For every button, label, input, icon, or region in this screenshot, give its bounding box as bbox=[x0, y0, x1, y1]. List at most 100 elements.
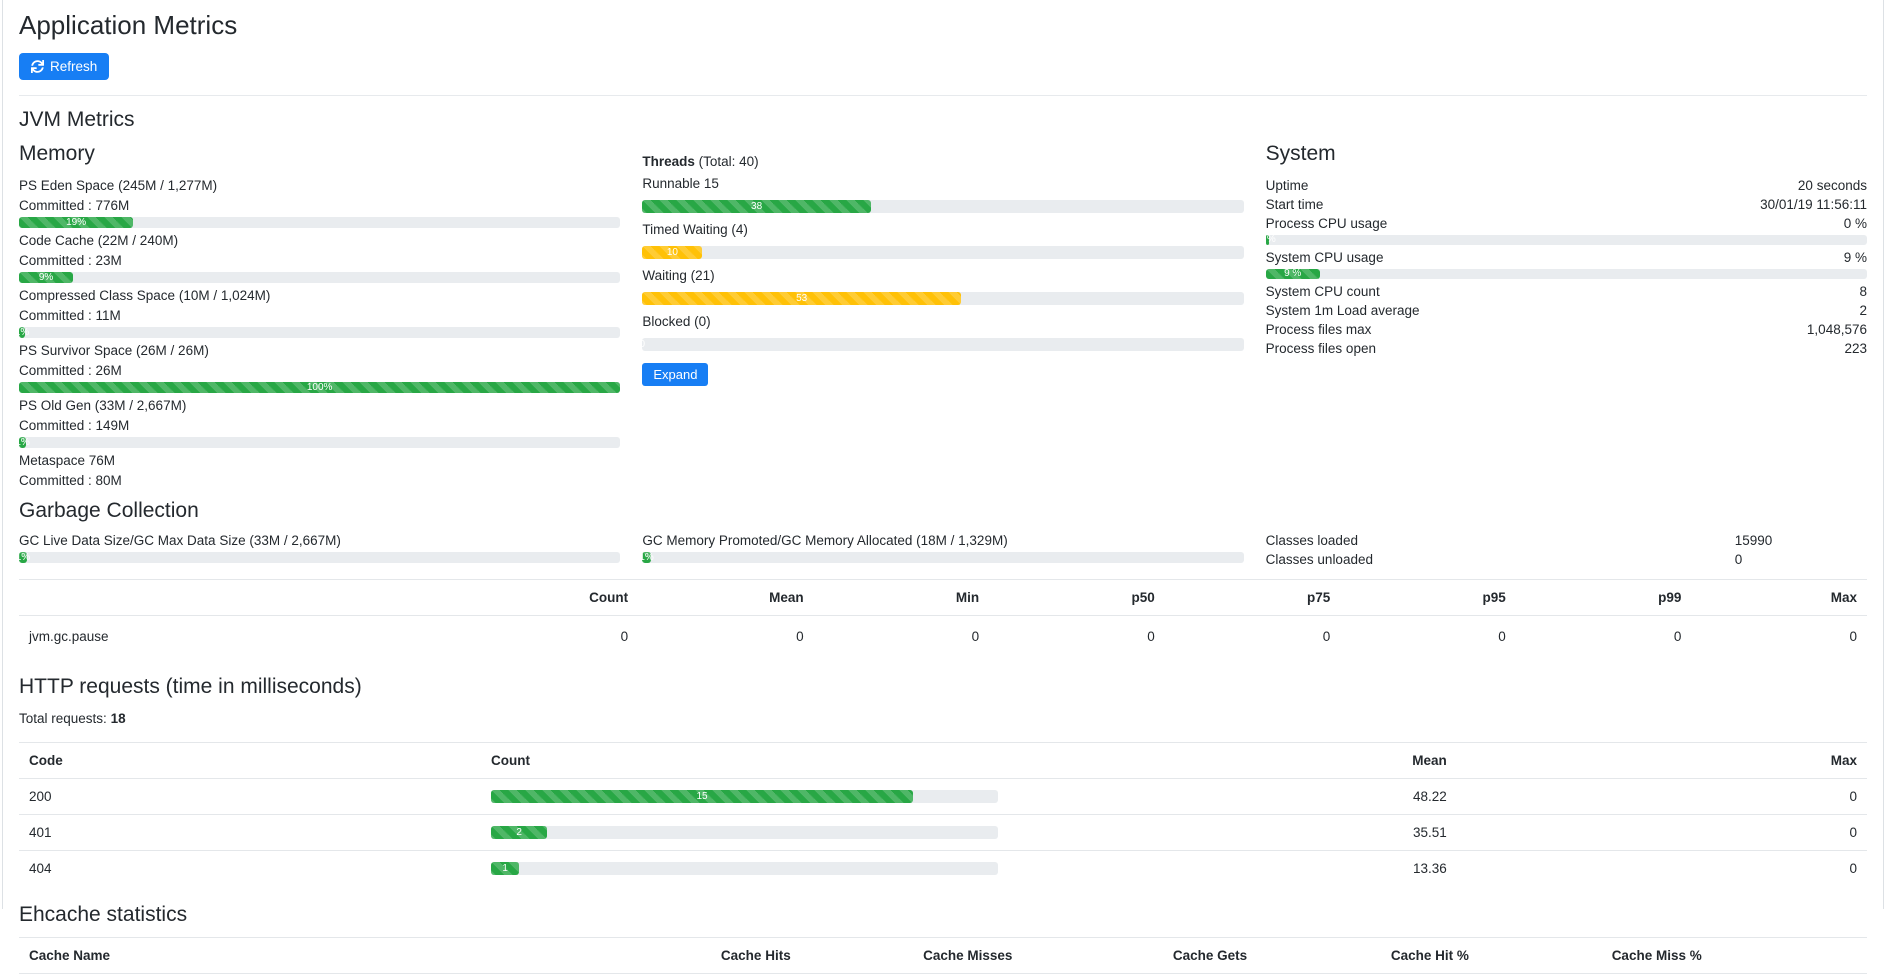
progress-bar-label: 10 bbox=[667, 248, 678, 258]
ehcache-col-misses: Cache Misses bbox=[801, 938, 1023, 974]
progress-bar: 100% bbox=[19, 382, 620, 393]
gc-bar-label: GC Memory Promoted/GC Memory Allocated (… bbox=[642, 531, 1243, 550]
thread-entry: Runnable 15 38 bbox=[642, 174, 1243, 213]
progress-bar-label: 38 bbox=[751, 202, 762, 212]
progress-bar: 9 % bbox=[1266, 269, 1320, 279]
gc-metric-p99: 0 bbox=[1516, 616, 1692, 658]
memory-entry: PS Old Gen (33M / 2,667M) Committed : 14… bbox=[19, 396, 620, 448]
gc-live-data-column: GC Live Data Size/GC Max Data Size (33M … bbox=[19, 531, 620, 569]
refresh-icon bbox=[31, 60, 44, 73]
table-row: 404 1 13.36 0 bbox=[19, 851, 1867, 887]
refresh-button[interactable]: Refresh bbox=[19, 53, 109, 80]
gc-col-blank bbox=[19, 580, 463, 616]
http-col-count: Count bbox=[481, 743, 1008, 779]
progress-bar-label: 9 % bbox=[1284, 269, 1301, 279]
progress-bar: 1% bbox=[642, 552, 650, 563]
system-row-value: 8 bbox=[1859, 282, 1867, 301]
memory-pool-label: PS Eden Space (245M / 1,277M) bbox=[19, 176, 620, 195]
system-column: System Uptime 20 seconds Start time 30/0… bbox=[1266, 140, 1867, 491]
progress-bar: 10 bbox=[642, 246, 702, 259]
http-count-cell: 15 bbox=[481, 779, 1008, 815]
progress-bar: 1% bbox=[19, 552, 27, 563]
memory-committed-label: Committed : 776M bbox=[19, 196, 620, 215]
memory-committed-label: Committed : 23M bbox=[19, 251, 620, 270]
ehcache-col-gets: Cache Gets bbox=[1022, 938, 1257, 974]
system-row-label: System CPU usage bbox=[1266, 248, 1384, 267]
ehcache-col-spacer bbox=[1712, 938, 1867, 974]
system-row-value: 9 % bbox=[1844, 248, 1867, 267]
system-row: Start time 30/01/19 11:56:11 bbox=[1266, 195, 1867, 214]
gc-col-mean: Mean bbox=[638, 580, 814, 616]
http-col-mean: Mean bbox=[1008, 743, 1457, 779]
progress-bar-label: 0 bbox=[640, 340, 646, 350]
memory-committed-label: Committed : 26M bbox=[19, 361, 620, 380]
progress-bar-label: 1 bbox=[502, 864, 508, 874]
classes-value: 0 bbox=[1735, 550, 1743, 569]
classes-label: Classes unloaded bbox=[1266, 550, 1735, 569]
http-table-header-row: Code Count Mean Max bbox=[19, 743, 1867, 779]
memory-title: Memory bbox=[19, 142, 620, 166]
memory-pool-label: PS Survivor Space (26M / 26M) bbox=[19, 341, 620, 360]
progress-bar-label: 1% bbox=[639, 553, 653, 563]
progress-bar-label: 53 bbox=[796, 294, 807, 304]
expand-button[interactable]: Expand bbox=[642, 363, 708, 386]
threads-total: (Total: 40) bbox=[699, 154, 759, 169]
progress-track: 1% bbox=[19, 437, 620, 448]
gc-col-count: Count bbox=[463, 580, 639, 616]
memory-pool-label: Code Cache (22M / 240M) bbox=[19, 231, 620, 250]
http-mean: 35.51 bbox=[1008, 815, 1457, 851]
progress-track: 53 bbox=[642, 292, 1243, 305]
classes-row: Classes unloaded 0 bbox=[1266, 550, 1867, 569]
progress-track: 10 bbox=[642, 246, 1243, 259]
system-row: Process files open 223 bbox=[1266, 339, 1867, 358]
progress-bar: 38 bbox=[642, 200, 871, 213]
system-row: Process files max 1,048,576 bbox=[1266, 320, 1867, 339]
system-title: System bbox=[1266, 142, 1867, 166]
memory-committed-label: Committed : 80M bbox=[19, 471, 620, 490]
http-requests-title: HTTP requests (time in milliseconds) bbox=[19, 675, 1867, 699]
memory-pool-label: PS Old Gen (33M / 2,667M) bbox=[19, 396, 620, 415]
total-requests-value: 18 bbox=[111, 711, 126, 726]
gc-metric-p75: 0 bbox=[1165, 616, 1341, 658]
gc-memory-promoted-column: GC Memory Promoted/GC Memory Allocated (… bbox=[642, 531, 1243, 569]
http-max: 0 bbox=[1457, 779, 1867, 815]
system-row-value: 20 seconds bbox=[1798, 176, 1867, 195]
gc-classes-column: Classes loaded 15990 Classes unloaded 0 bbox=[1266, 531, 1867, 569]
progress-track: 15 bbox=[491, 790, 998, 803]
thread-entry: Blocked (0) 0 bbox=[642, 312, 1243, 351]
system-row-value: 2 bbox=[1859, 301, 1867, 320]
classes-value: 15990 bbox=[1735, 531, 1773, 550]
thread-state-label: Timed Waiting (4) bbox=[642, 220, 1243, 239]
http-max: 0 bbox=[1457, 851, 1867, 887]
system-row: System 1m Load average 2 bbox=[1266, 301, 1867, 320]
system-row: System CPU count 8 bbox=[1266, 282, 1867, 301]
system-row-label: System 1m Load average bbox=[1266, 301, 1420, 320]
threads-title: Threads bbox=[642, 154, 695, 169]
progress-track: 0 bbox=[642, 338, 1243, 351]
progress-bar-label: 9% bbox=[39, 273, 53, 283]
ehcache-table: Cache Name Cache Hits Cache Misses Cache… bbox=[19, 937, 1867, 974]
ehcache-table-header-row: Cache Name Cache Hits Cache Misses Cache… bbox=[19, 938, 1867, 974]
memory-entry: Code Cache (22M / 240M) Committed : 23M … bbox=[19, 231, 620, 283]
progress-bar-label: 100% bbox=[307, 383, 333, 393]
progress-bar: 1% bbox=[19, 327, 25, 338]
system-row-label: Start time bbox=[1266, 195, 1324, 214]
jvm-metrics-title: JVM Metrics bbox=[19, 108, 1867, 132]
progress-track: 0 % bbox=[1266, 235, 1867, 245]
gc-col-p50: p50 bbox=[989, 580, 1165, 616]
memory-pool-label: Compressed Class Space (10M / 1,024M) bbox=[19, 286, 620, 305]
progress-track: 1% bbox=[19, 327, 620, 338]
ehcache-col-miss-pct: Cache Miss % bbox=[1479, 938, 1712, 974]
classes-row: Classes loaded 15990 bbox=[1266, 531, 1867, 550]
http-count-cell: 2 bbox=[481, 815, 1008, 851]
garbage-collection-title: Garbage Collection bbox=[19, 499, 1867, 523]
gc-metric-p95: 0 bbox=[1340, 616, 1516, 658]
progress-bar: 53 bbox=[642, 292, 961, 305]
progress-track: 9% bbox=[19, 272, 620, 283]
progress-track: 9 % bbox=[1266, 269, 1867, 279]
total-requests-label: Total requests: bbox=[19, 711, 107, 726]
gc-col-p95: p95 bbox=[1340, 580, 1516, 616]
progress-bar: 2 bbox=[491, 826, 547, 839]
http-col-code: Code bbox=[19, 743, 481, 779]
thread-state-label: Waiting (21) bbox=[642, 266, 1243, 285]
